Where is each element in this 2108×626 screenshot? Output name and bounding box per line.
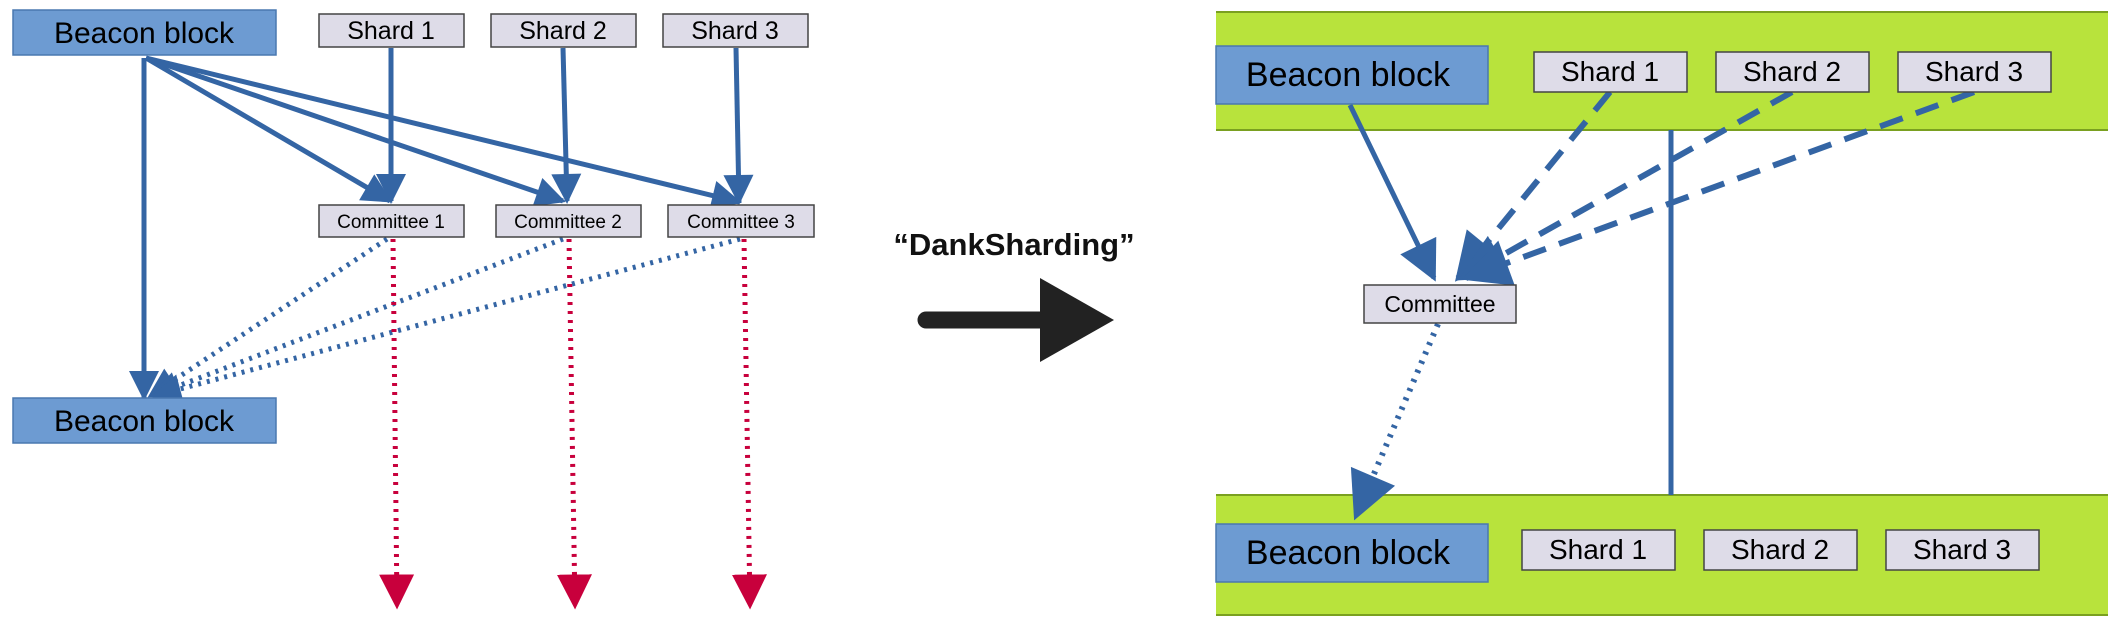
- right-beacon-block-top: Beacon block: [1215, 45, 1489, 105]
- right-shard-1-bottom-label: Shard 1: [1549, 534, 1647, 565]
- right-shard-3-top-label: Shard 3: [1925, 56, 2023, 87]
- right-beacon-block-bottom: Beacon block: [1215, 523, 1489, 583]
- right-shard-3-top: Shard 3: [1897, 51, 2052, 93]
- right-diagram: Beacon block Shard 1 Shard 2 Shard 3 Com…: [1215, 11, 2108, 616]
- right-shard-3-bottom: Shard 3: [1885, 529, 2040, 571]
- left-committee-2-label: Committee 2: [514, 212, 622, 233]
- red-arrow-committee-1: [379, 238, 415, 610]
- left-shard-1: Shard 1: [318, 13, 465, 48]
- left-beacon-block-top: Beacon block: [12, 9, 277, 56]
- right-shard-2-top: Shard 2: [1715, 51, 1870, 93]
- left-shard-2: Shard 2: [490, 13, 637, 48]
- left-shard-3-label: Shard 3: [691, 17, 779, 45]
- left-beacon-top-label: Beacon block: [54, 17, 235, 50]
- left-diagram: Beacon block Shard 1 Shard 2 Shard 3 Com…: [12, 9, 815, 610]
- left-beacon-bottom-label: Beacon block: [54, 405, 235, 438]
- right-beacon-bottom-label: Beacon block: [1246, 534, 1451, 572]
- left-committee-1: Committee 1: [318, 204, 465, 238]
- left-edges: [129, 47, 767, 610]
- right-committee-label: Committee: [1384, 291, 1495, 317]
- transition: “DankSharding”: [893, 227, 1135, 362]
- right-shard-2-bottom: Shard 2: [1703, 529, 1858, 571]
- red-arrow-committee-3: [731, 238, 767, 610]
- right-beacon-top-label: Beacon block: [1246, 56, 1451, 94]
- edge-shard-2-to-committee-2: [551, 47, 582, 204]
- big-arrow-head: [1040, 278, 1114, 362]
- red-arrow-committee-2: [556, 238, 592, 610]
- right-shard-1-top-label: Shard 1: [1561, 56, 1659, 87]
- dank-sharding-diagram: Beacon block Shard 1 Shard 2 Shard 3 Com…: [12, 9, 2108, 616]
- edge-shard-3-to-committee-3: [723, 47, 754, 205]
- right-shard-3-bottom-label: Shard 3: [1913, 534, 2011, 565]
- left-committee-3: Committee 3: [667, 204, 815, 238]
- left-committee-1-label: Committee 1: [337, 212, 445, 233]
- edge-beacon-to-committee-3: [145, 55, 742, 211]
- left-shard-1-label: Shard 1: [347, 17, 435, 45]
- right-shard-2-top-label: Shard 2: [1743, 56, 1841, 87]
- left-committee-2: Committee 2: [495, 204, 642, 238]
- dotted-committee-3-to-beacon: [151, 236, 741, 404]
- right-shard-1-bottom: Shard 1: [1521, 529, 1676, 571]
- left-shard-2-label: Shard 2: [519, 17, 607, 45]
- right-shard-1-top: Shard 1: [1533, 51, 1688, 93]
- dotted-committee-2-to-beacon: [149, 236, 564, 401]
- left-beacon-block-bottom: Beacon block: [12, 397, 277, 444]
- dotted-committee-to-beacon: [1350, 322, 1441, 521]
- left-shard-3: Shard 3: [662, 13, 809, 48]
- left-committee-3-label: Committee 3: [687, 212, 795, 233]
- right-committee: Committee: [1363, 284, 1517, 324]
- dank-sharding-label: “DankSharding”: [893, 227, 1134, 262]
- right-shard-2-bottom-label: Shard 2: [1731, 534, 1829, 565]
